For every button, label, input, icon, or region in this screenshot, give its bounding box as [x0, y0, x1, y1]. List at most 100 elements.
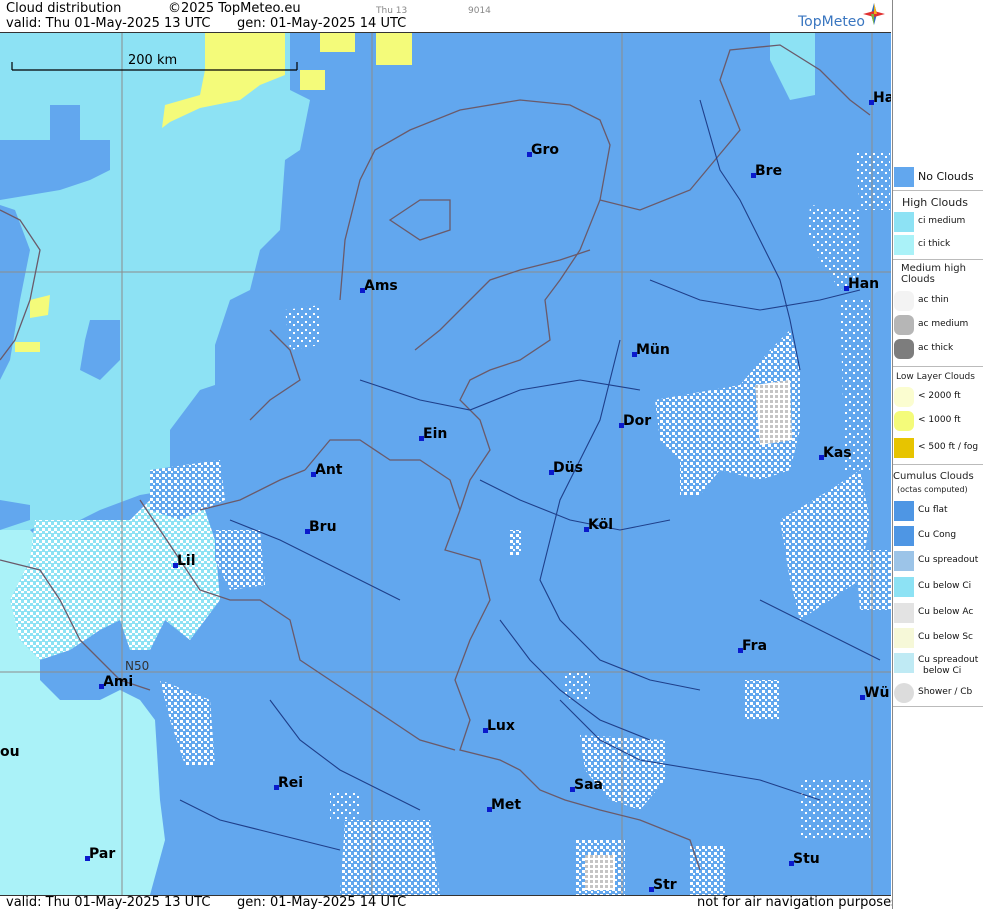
legend-cu-flat: Cu flat [893, 500, 983, 522]
legend-cu-below-sc: Cu below Sc [893, 627, 983, 649]
legend-cu-cong: Cu Cong [893, 525, 983, 547]
city-marker[interactable]: Lux [483, 718, 515, 734]
city-dot-icon [483, 728, 488, 733]
city-marker[interactable]: ou [0, 744, 20, 760]
ci-medium-swatch [894, 212, 914, 232]
legend-low-layer-heading: Low Layer Clouds [896, 372, 975, 382]
header-bar: Cloud distribution ©2025 TopMeteo.eu Thu… [0, 0, 891, 33]
legend-ac-thick: ac thick [893, 338, 983, 360]
ac-medium-swatch [894, 315, 914, 335]
city-marker[interactable]: Bre [751, 163, 782, 179]
map-title: Cloud distribution [6, 1, 122, 16]
city-dot-icon [584, 527, 589, 532]
scale-label: 200 km [128, 53, 178, 68]
city-marker[interactable]: Düs [549, 460, 583, 476]
compass-logo-icon [863, 3, 885, 25]
city-marker[interactable]: Saa [570, 777, 603, 793]
latitude-label: N50 [125, 659, 150, 673]
city-dot-icon [619, 423, 624, 428]
legend-divider [893, 190, 983, 191]
city-marker[interactable]: Bru [305, 519, 337, 535]
cu-flat-swatch [894, 501, 914, 521]
city-marker[interactable]: Gro [527, 142, 559, 158]
city-marker[interactable]: Stu [789, 851, 820, 867]
footer-valid-time: valid: Thu 01-May-2025 13 UTC [6, 895, 211, 910]
city-dot-icon [487, 807, 492, 812]
valid-time: valid: Thu 01-May-2025 13 UTC [6, 16, 211, 31]
city-dot-icon [570, 787, 575, 792]
city-dot-icon [311, 472, 316, 477]
city-marker[interactable]: Lil [173, 553, 196, 569]
generated-time: gen: 01-May-2025 14 UTC [237, 16, 407, 31]
legend-cu-below-ci: Cu below Ci [893, 576, 983, 598]
legend-no-clouds: No Clouds [893, 166, 983, 188]
city-marker[interactable]: Rei [274, 775, 303, 791]
city-marker[interactable]: Han [844, 276, 879, 292]
legend-panel: No Clouds High Clouds ci medium ci thick… [892, 0, 983, 909]
cu-below-sc-swatch [894, 628, 914, 648]
city-marker[interactable]: Par [85, 846, 115, 862]
ac-thick-swatch [894, 339, 914, 359]
cloud-map[interactable]: 200 km N50 Gro Bre Ha Ams Han Mün Ein Do… [0, 33, 891, 895]
legend-ci-medium: ci medium [893, 211, 983, 233]
city-dot-icon [738, 648, 743, 653]
cu-below-ac-swatch [894, 603, 914, 623]
city-dot-icon [649, 887, 654, 892]
city-dot-icon [844, 286, 849, 291]
city-dot-icon [419, 436, 424, 441]
city-dot-icon [527, 152, 532, 157]
legend-divider [893, 464, 983, 465]
footer-bar: valid: Thu 01-May-2025 13 UTC gen: 01-Ma… [0, 895, 898, 910]
city-marker[interactable]: Met [487, 797, 521, 813]
city-dot-icon [860, 695, 865, 700]
legend-cumulus-heading: Cumulus Clouds [893, 471, 974, 482]
city-marker[interactable]: Dor [619, 413, 651, 429]
city-dot-icon [869, 100, 874, 105]
legend-cu-below-ac: Cu below Ac [893, 602, 983, 624]
lt500-swatch [894, 438, 914, 458]
legend-medium-high-heading: Medium high Clouds [901, 263, 966, 285]
city-dot-icon [819, 455, 824, 460]
cu-spreadout-below-ci-swatch [894, 653, 914, 673]
footer-generated-time: gen: 01-May-2025 14 UTC [237, 895, 407, 910]
cu-below-ci-swatch [894, 577, 914, 597]
lt1000-swatch [894, 411, 914, 431]
city-marker[interactable]: Ein [419, 426, 447, 442]
legend-cu-spreadout-below-ci: Cu spreadout below Ci [893, 652, 983, 680]
city-marker[interactable]: Ha [869, 90, 891, 106]
shower-cb-swatch [894, 683, 914, 703]
city-dot-icon [751, 173, 756, 178]
city-marker[interactable]: Köl [584, 517, 613, 533]
city-marker[interactable]: Mün [632, 342, 670, 358]
city-marker[interactable]: Ami [99, 674, 133, 690]
disclaimer: not for air navigation purposes [697, 895, 898, 910]
legend-lt500: < 500 ft / fog [893, 437, 983, 459]
legend-divider [893, 259, 983, 260]
ac-thin-swatch [894, 291, 914, 311]
city-marker[interactable]: Ams [360, 278, 398, 294]
code-hint: 9014 [468, 6, 491, 16]
city-dot-icon [549, 470, 554, 475]
cu-cong-swatch [894, 526, 914, 546]
legend-ci-thick: ci thick [893, 234, 983, 256]
lt2000-swatch [894, 387, 914, 407]
city-dot-icon [305, 529, 310, 534]
copyright: ©2025 TopMeteo.eu [168, 1, 301, 16]
legend-ac-medium: ac medium [893, 314, 983, 336]
city-marker[interactable]: Fra [738, 638, 767, 654]
city-dot-icon [274, 785, 279, 790]
city-dot-icon [360, 288, 365, 293]
city-dot-icon [789, 861, 794, 866]
city-dot-icon [85, 856, 90, 861]
city-marker[interactable]: Wü [860, 685, 889, 701]
legend-shower-cb: Shower / Cb [893, 682, 983, 704]
legend-cu-spreadout: Cu spreadout [893, 550, 983, 572]
city-marker[interactable]: Ant [311, 462, 343, 478]
legend-divider [893, 706, 983, 707]
city-marker[interactable]: Kas [819, 445, 852, 461]
legend-ac-thin: ac thin [893, 290, 983, 312]
city-marker[interactable]: Str [649, 877, 677, 893]
city-dot-icon [173, 563, 178, 568]
legend-lt1000: < 1000 ft [893, 410, 983, 432]
legend-octas-note: (octas computed) [897, 485, 968, 494]
